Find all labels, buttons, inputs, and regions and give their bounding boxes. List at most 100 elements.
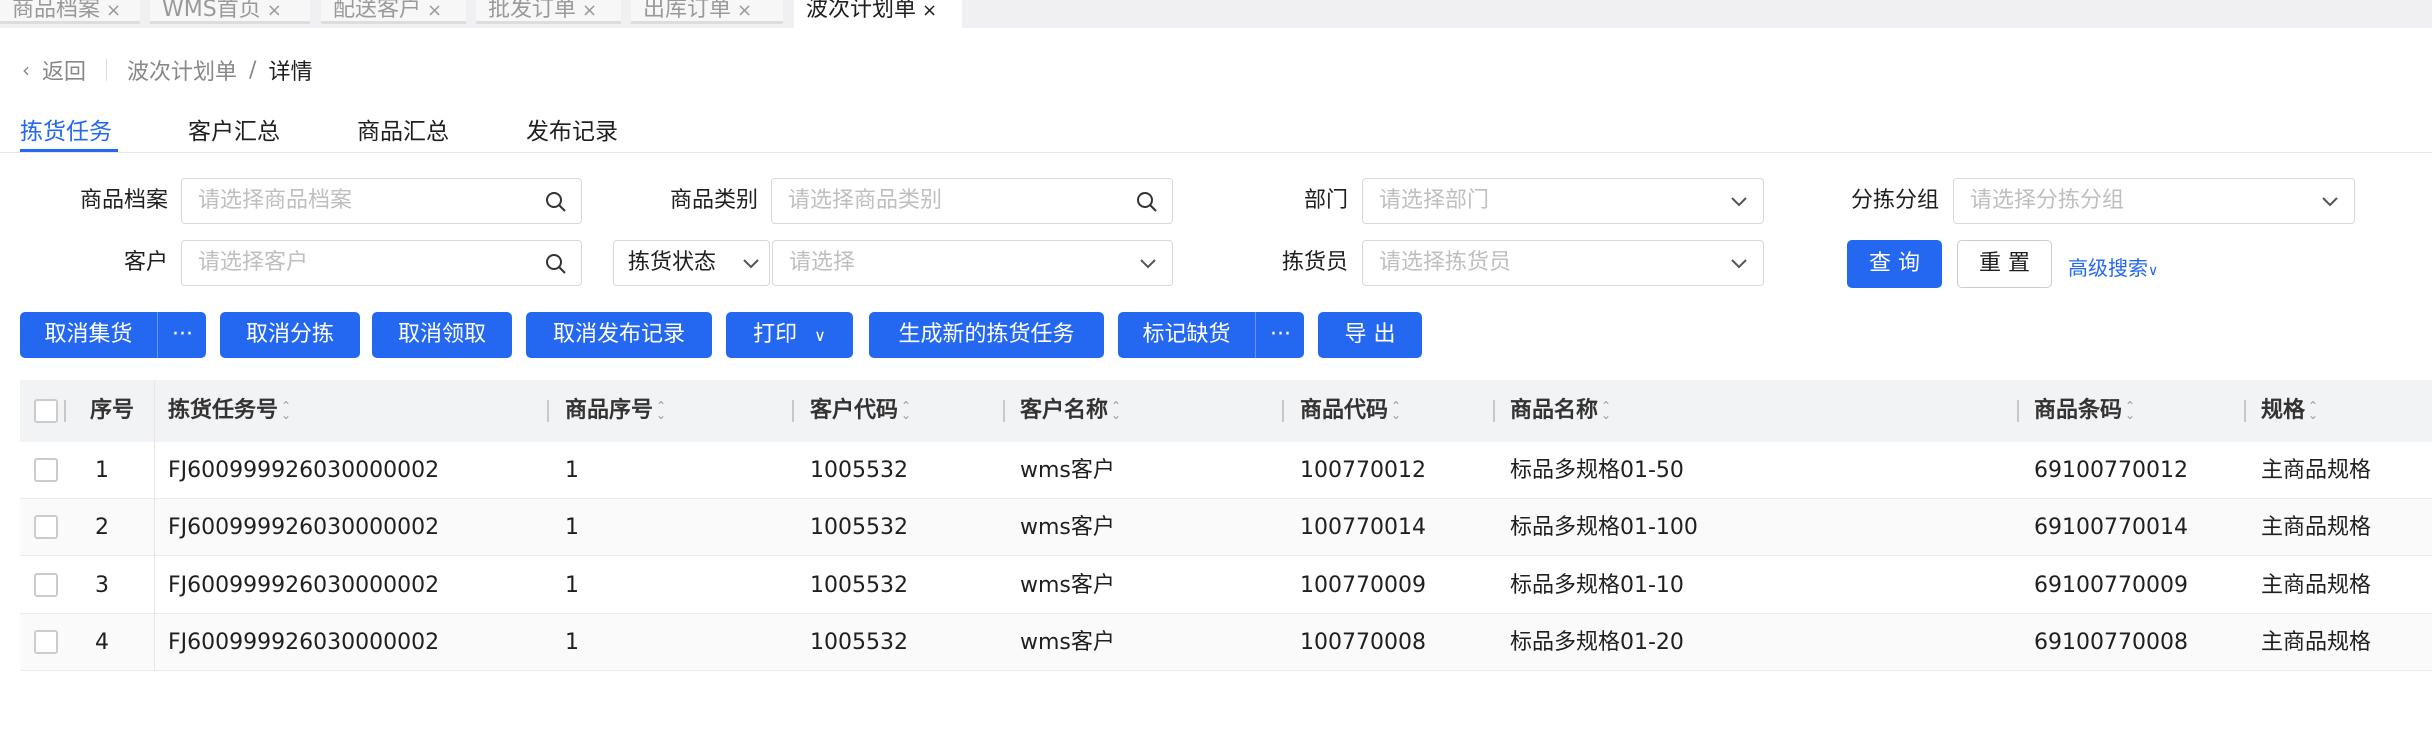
window-tab[interactable]: 配送客户 × — [321, 0, 466, 24]
department-select[interactable]: 请选择部门 — [1362, 178, 1764, 224]
tab-publish-records[interactable]: 发布记录 — [526, 112, 618, 146]
fixed-column-divider — [154, 380, 155, 671]
column-divider — [792, 400, 794, 422]
cell-spec: 主商品规格 — [2261, 458, 2372, 483]
cancel-claim-button[interactable]: 取消领取 — [372, 312, 512, 358]
more-icon[interactable]: ··· — [1255, 312, 1305, 358]
cell-product-name: 标品多规格01-20 — [1510, 629, 1684, 655]
export-button[interactable]: 导 出 — [1318, 312, 1422, 358]
advanced-search-label: 高级搜索 — [2068, 256, 2148, 280]
print-label: 打印 — [753, 322, 798, 347]
search-icon[interactable] — [545, 253, 567, 275]
search-icon[interactable] — [1136, 191, 1158, 213]
col-product-name[interactable]: 商品名称 ⌃ ⌄ — [1510, 380, 1611, 442]
product-file-input[interactable]: 请选择商品档案 — [181, 178, 582, 224]
generate-task-button[interactable]: 生成新的拣货任务 — [869, 312, 1104, 358]
col-product-seq[interactable]: 商品序号 ⌃ ⌄ — [565, 380, 666, 442]
cell-index: 2 — [95, 515, 109, 541]
col-label: 客户代码 — [810, 398, 899, 423]
back-link[interactable]: 返回 — [42, 54, 86, 86]
cancel-collect-button-group: 取消集货 ··· — [20, 312, 206, 358]
customer-input[interactable]: 请选择客户 — [181, 240, 582, 286]
cell-task-no: FJ600999926030000002 — [168, 515, 440, 541]
col-barcode[interactable]: 商品条码 ⌃ ⌄ — [2034, 380, 2135, 442]
label-sort-group: 分拣分组 — [1850, 188, 1939, 213]
query-button[interactable]: 查 询 — [1847, 240, 1942, 288]
sort-icon[interactable]: ⌃ ⌄ — [2125, 400, 2135, 421]
select-all-checkbox[interactable] — [34, 399, 58, 423]
sort-icon[interactable]: ⌃ ⌄ — [281, 400, 291, 421]
chevron-down-icon: ∨ — [814, 326, 826, 345]
sort-group-select[interactable]: 请选择分拣分组 — [1953, 178, 2355, 224]
label-product-category: 商品类别 — [669, 188, 758, 213]
close-icon[interactable]: × — [267, 0, 282, 21]
window-tab[interactable]: 批发订单 × — [476, 0, 621, 24]
reset-button[interactable]: 重 置 — [1957, 240, 2052, 288]
pick-status-select[interactable]: 请选择 — [772, 240, 1173, 286]
row-checkbox[interactable] — [34, 572, 58, 597]
row-checkbox[interactable] — [34, 629, 58, 654]
cancel-sort-button[interactable]: 取消分拣 — [220, 312, 360, 358]
col-spec[interactable]: 规格 ⌃ ⌄ — [2261, 380, 2318, 442]
col-product-code[interactable]: 商品代码 ⌃ ⌄ — [1300, 380, 1401, 442]
tab-product-summary[interactable]: 商品汇总 — [357, 112, 449, 146]
row-checkbox[interactable] — [34, 515, 58, 540]
tab-customer-summary[interactable]: 客户汇总 — [188, 112, 280, 146]
placeholder: 请选择拣货员 — [1379, 250, 1512, 275]
table-header: 序号 拣货任务号 ⌃ ⌄ 商品序号 ⌃ ⌄ 客户代码 ⌃ ⌄ 客户名称 ⌃ ⌄ 商品代码 ⌃ ⌄ 商… — [20, 380, 2432, 442]
label-picker: 拣货员 — [1281, 250, 1348, 275]
sort-icon[interactable]: ⌃ ⌄ — [1391, 400, 1401, 421]
close-icon[interactable]: × — [922, 0, 937, 21]
advanced-search-link[interactable]: 高级搜索∨ — [2068, 252, 2158, 281]
close-icon[interactable]: × — [737, 0, 752, 21]
sort-icon[interactable]: ⌃ ⌄ — [1111, 400, 1121, 421]
cell-index: 3 — [95, 572, 109, 598]
print-button[interactable]: 打印 ∨ — [726, 312, 853, 358]
col-customer-code[interactable]: 客户代码 ⌃ ⌄ — [810, 380, 911, 442]
search-icon[interactable] — [545, 191, 567, 213]
table-row[interactable]: 2 FJ600999926030000002 1 1005532 wms客户 100770… — [20, 499, 2432, 557]
close-icon[interactable]: × — [106, 0, 121, 21]
tab-pick-tasks[interactable]: 拣货任务 — [20, 112, 112, 146]
table-row[interactable]: 4 FJ600999926030000002 1 1005532 wms客户 100770… — [20, 613, 2432, 671]
cell-customer-name: wms客户 — [1020, 515, 1115, 541]
cancel-publish-button[interactable]: 取消发布记录 — [526, 312, 712, 358]
cancel-collect-button[interactable]: 取消集货 — [20, 312, 157, 358]
cell-customer-code: 1005532 — [810, 629, 908, 655]
tab-label: 出库订单 — [643, 0, 732, 22]
sort-icon[interactable]: ⌃ ⌄ — [2308, 400, 2318, 421]
cell-barcode: 69100770012 — [2034, 458, 2188, 483]
breadcrumb-parent[interactable]: 波次计划单 — [127, 54, 237, 86]
sort-icon[interactable]: ⌃ ⌄ — [901, 400, 911, 421]
window-tab[interactable]: 出库订单 × — [631, 0, 783, 24]
mark-short-button[interactable]: 标记缺货 — [1118, 312, 1255, 358]
product-category-input[interactable]: 请选择商品类别 — [771, 178, 1173, 224]
tab-label: 批发订单 — [488, 0, 577, 22]
window-tab-active[interactable]: 波次计划单 × — [794, 0, 962, 28]
picker-select[interactable]: 请选择拣货员 — [1362, 240, 1764, 286]
column-divider — [547, 400, 549, 422]
tab-label: 配送客户 — [333, 0, 422, 22]
column-divider — [1003, 400, 1005, 422]
cell-task-no: FJ600999926030000002 — [168, 629, 440, 655]
column-divider — [64, 400, 66, 422]
chevron-left-icon[interactable]: ‹ — [22, 58, 30, 82]
table-row[interactable]: 3 FJ600999926030000002 1 1005532 wms客户 100770… — [20, 557, 2432, 614]
sort-icon[interactable]: ⌃ ⌄ — [656, 400, 666, 421]
window-tab[interactable]: 商品档案 × — [0, 0, 140, 24]
window-tab-bar: 商品档案 × WMS首页 × 配送客户 × 批发订单 × 出库订单 × 波次计划单 × — [0, 0, 2432, 28]
row-checkbox[interactable] — [34, 458, 58, 482]
pick-status-field-select[interactable]: 拣货状态 — [613, 240, 770, 286]
cell-product-code: 100770009 — [1300, 572, 1426, 598]
close-icon[interactable]: × — [427, 0, 442, 21]
label-customer: 客户 — [123, 250, 168, 275]
sort-icon[interactable]: ⌃ ⌄ — [1601, 400, 1611, 421]
table-row[interactable]: 1 FJ600999926030000002 1 1005532 wms客户 100770… — [20, 442, 2432, 499]
more-icon[interactable]: ··· — [157, 312, 207, 358]
placeholder: 请选择部门 — [1379, 188, 1490, 213]
column-divider — [2017, 400, 2019, 422]
window-tab[interactable]: WMS首页 × — [150, 0, 310, 24]
col-task-no[interactable]: 拣货任务号 ⌃ ⌄ — [168, 380, 291, 442]
col-customer-name[interactable]: 客户名称 ⌃ ⌄ — [1020, 380, 1121, 442]
close-icon[interactable]: × — [582, 0, 597, 21]
